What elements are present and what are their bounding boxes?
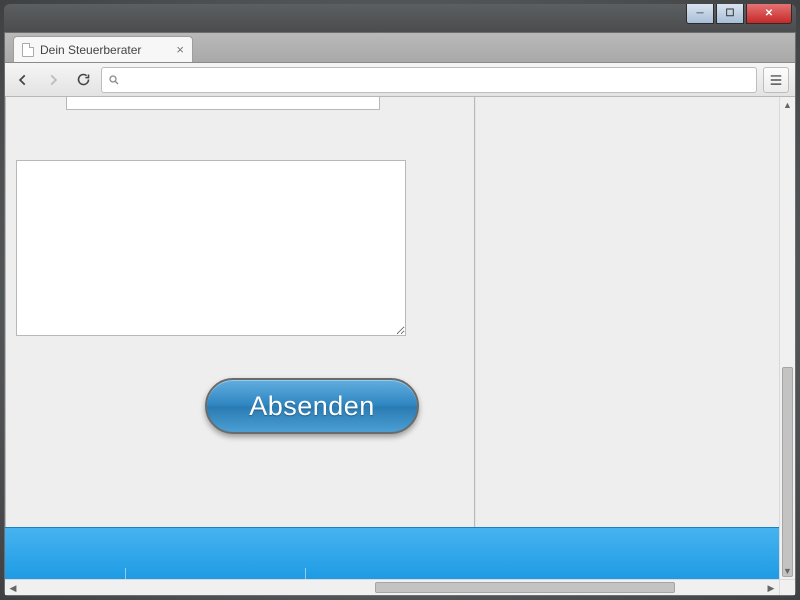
vertical-scrollbar[interactable]: ▲ ▼ [779, 97, 795, 579]
browser-window: Dein Steuerberater × Absend [4, 32, 796, 596]
scroll-down-icon[interactable]: ▼ [780, 563, 795, 579]
scroll-up-icon[interactable]: ▲ [780, 97, 795, 113]
tab-title: Dein Steuerberater [40, 43, 141, 57]
page-viewport: Absenden [5, 97, 779, 579]
tab-strip: Dein Steuerberater × [5, 33, 795, 63]
browser-menu-button[interactable] [763, 67, 789, 93]
browser-tab[interactable]: Dein Steuerberater × [13, 36, 193, 62]
form-text-input[interactable] [66, 97, 380, 110]
footer-separator [125, 568, 126, 579]
horizontal-scroll-thumb[interactable] [375, 582, 675, 593]
window-maximize-button[interactable]: ☐ [716, 4, 744, 24]
submit-button[interactable]: Absenden [205, 378, 419, 434]
back-button[interactable] [11, 68, 35, 92]
footer-banner [5, 527, 779, 579]
submit-button-label: Absenden [249, 391, 375, 421]
scroll-right-icon[interactable]: ▶ [763, 580, 779, 596]
scroll-corner [779, 579, 795, 595]
address-bar[interactable] [101, 67, 757, 93]
tab-close-icon[interactable]: × [176, 42, 184, 57]
footer-separator [305, 568, 306, 579]
vertical-scroll-thumb[interactable] [782, 367, 793, 577]
browser-toolbar [5, 63, 795, 97]
reload-button[interactable] [71, 68, 95, 92]
window-titlebar: ─ ☐ ✕ [4, 4, 796, 32]
scroll-left-icon[interactable]: ◀ [5, 580, 21, 596]
forward-button[interactable] [41, 68, 65, 92]
viewport-container: Absenden ▲ ▼ ◀ ▶ [5, 97, 795, 595]
contact-form-panel: Absenden [5, 97, 475, 567]
window-minimize-button[interactable]: ─ [686, 4, 714, 24]
page-icon [22, 43, 34, 57]
search-icon [108, 74, 120, 86]
horizontal-scrollbar[interactable]: ◀ ▶ [5, 579, 779, 595]
form-message-textarea[interactable] [16, 160, 406, 336]
window-close-button[interactable]: ✕ [746, 4, 792, 24]
